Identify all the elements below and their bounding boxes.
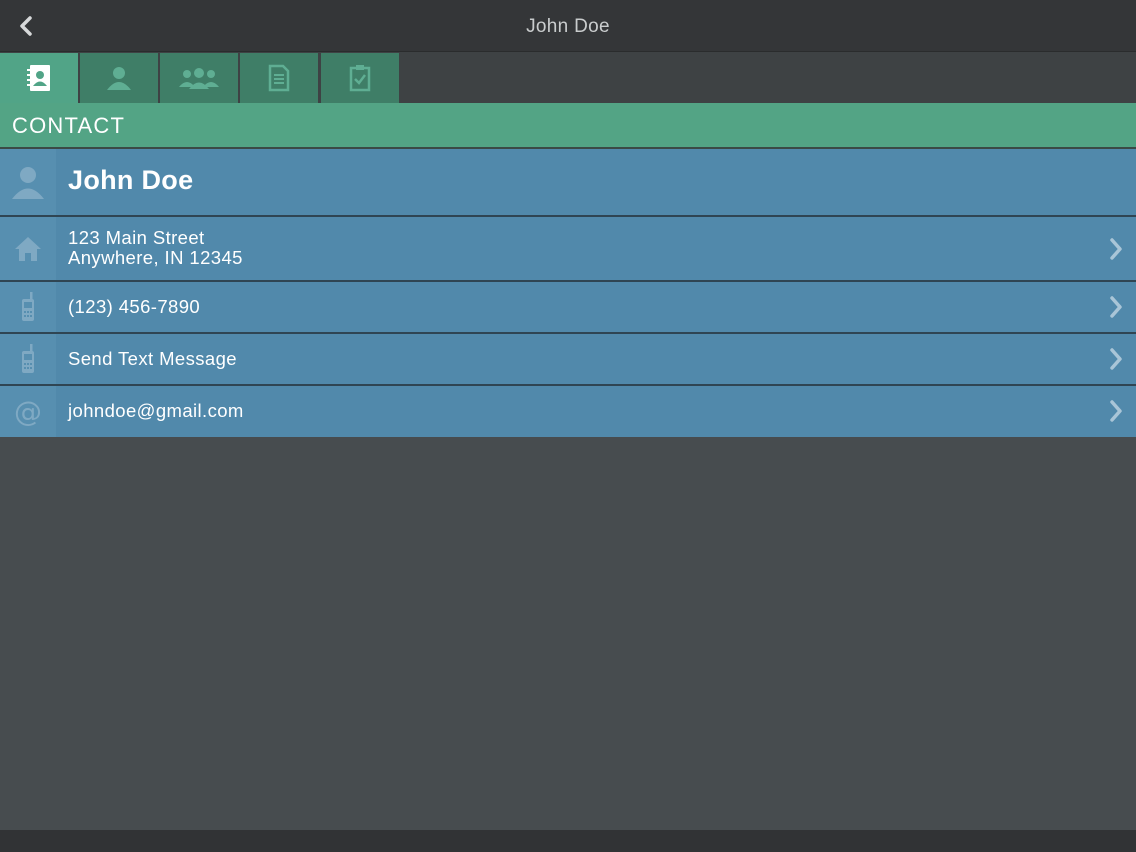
- document-icon: [268, 64, 290, 92]
- chevron-left-icon: [20, 16, 32, 36]
- tab-checklist[interactable]: [321, 53, 399, 103]
- chevron-right-icon: [1110, 400, 1122, 422]
- row-icon-container: [0, 282, 56, 332]
- svg-text:@: @: [14, 396, 42, 428]
- mobile-phone-icon: [22, 344, 34, 373]
- phone-row[interactable]: (123) 456-7890: [0, 282, 1136, 334]
- clipboard-check-icon: [349, 65, 371, 92]
- person-icon: [12, 167, 44, 199]
- row-icon-container: [0, 217, 56, 280]
- address-text: 123 Main Street Anywhere, IN 12345: [68, 228, 243, 268]
- chevron-right-icon: [1110, 296, 1122, 318]
- chevron-right-icon: [1110, 238, 1122, 260]
- page-title: John Doe: [526, 16, 610, 37]
- address-book-icon: [27, 65, 50, 91]
- mobile-phone-icon: [22, 292, 34, 321]
- row-icon-container: [0, 149, 56, 215]
- row-icon-container: @: [0, 386, 56, 437]
- row-icon-container: [0, 334, 56, 384]
- send-text-message-label: Send Text Message: [68, 348, 237, 369]
- section-title: CONTACT: [12, 113, 126, 138]
- home-icon: [15, 236, 41, 261]
- at-sign-icon: @: [14, 396, 42, 428]
- contact-name: John Doe: [68, 165, 194, 195]
- person-icon: [107, 67, 131, 90]
- tab-group[interactable]: [160, 53, 238, 103]
- address-line-1: 123 Main Street: [68, 227, 205, 248]
- group-icon: [179, 68, 219, 89]
- text-message-row[interactable]: Send Text Message: [0, 334, 1136, 386]
- email-address: johndoe@gmail.com: [68, 400, 244, 421]
- tab-bar: [0, 52, 1136, 103]
- section-header: CONTACT: [0, 103, 1136, 149]
- tab-person[interactable]: [80, 53, 158, 103]
- phone-number: (123) 456-7890: [68, 296, 201, 317]
- tab-document[interactable]: [240, 53, 318, 103]
- address-row[interactable]: 123 Main Street Anywhere, IN 12345: [0, 217, 1136, 282]
- email-row[interactable]: @ johndoe@gmail.com: [0, 386, 1136, 437]
- contact-name-row: John Doe: [0, 149, 1136, 217]
- chevron-right-icon: [1110, 348, 1122, 370]
- address-line-2: Anywhere, IN 12345: [68, 247, 243, 268]
- tab-contact[interactable]: [0, 53, 78, 103]
- back-button[interactable]: [10, 10, 42, 42]
- navigation-bar: John Doe: [0, 0, 1136, 52]
- bottom-bar: [0, 830, 1136, 852]
